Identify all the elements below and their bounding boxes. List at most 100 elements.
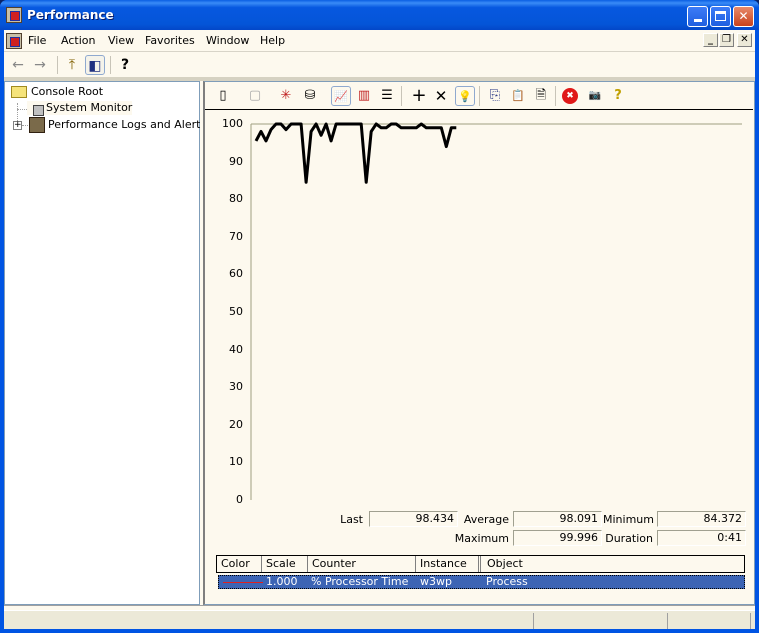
view-log-data-button[interactable]: ⛁ <box>300 86 320 106</box>
series-group <box>254 122 457 184</box>
column-header-scale[interactable]: Scale <box>262 556 308 572</box>
minimum-value: 84.372 <box>657 511 746 527</box>
status-pane-divider <box>533 613 534 629</box>
menu-favorites[interactable]: Favorites <box>145 34 195 47</box>
maximum-value: 99.996 <box>513 530 602 546</box>
freeze-icon: ✖ <box>566 91 574 101</box>
delete-counter-button[interactable]: ✕ <box>431 86 451 106</box>
counter-color-swatch <box>223 582 263 583</box>
tree-connector <box>22 125 28 126</box>
performance-app-icon[interactable] <box>6 7 22 23</box>
menu-window[interactable]: Window <box>206 34 249 47</box>
properties-icon: 🗎 <box>535 88 547 103</box>
close-icon: ✕ <box>738 9 749 23</box>
maximum-label: Maximum <box>454 532 509 545</box>
toolbar-separator <box>110 56 111 74</box>
view-graph-button[interactable]: 📈 <box>331 86 351 106</box>
system-monitor-pane: ▯ ▢ ✳ ⛁ 📈 ▥ ☰ + ✕ 💡 ⎘ 📋 🗎 ✖ 📷 ? 100 90 8… <box>203 81 755 605</box>
menu-view[interactable]: View <box>108 34 134 47</box>
tree-item-console-root[interactable]: Console Root <box>11 85 103 98</box>
column-header-counter[interactable]: Counter <box>308 556 416 572</box>
clear-display-icon: ▢ <box>248 88 262 103</box>
forward-button[interactable]: → <box>30 55 50 75</box>
expand-icon[interactable]: + <box>13 121 22 130</box>
legend-row[interactable]: 1.000 % Processor Time w3wp Process <box>218 575 745 589</box>
child-minimize-button[interactable]: _ <box>703 33 718 47</box>
tree-item-performance-logs-and-alerts[interactable]: Performance Logs and Alerts <box>29 117 206 133</box>
tree-connector <box>17 109 27 110</box>
help-button[interactable]: ? <box>115 55 135 75</box>
duration-value: 0:41 <box>657 530 746 546</box>
performance-logs-icon <box>29 117 45 133</box>
show-hide-tree-button[interactable]: ◧ <box>85 55 105 75</box>
view-histogram-button[interactable]: ▥ <box>354 86 374 106</box>
average-value: 98.091 <box>513 511 602 527</box>
toolbar-separator <box>401 86 402 106</box>
size-grip[interactable] <box>750 613 751 629</box>
new-counter-set-icon: ▯ <box>219 88 227 103</box>
minimize-icon <box>693 19 702 22</box>
menu-bar: File Action View Favorites Window Help _… <box>4 30 755 52</box>
view-report-button[interactable]: ☰ <box>377 86 397 106</box>
counter-object: Process <box>486 575 528 588</box>
log-data-icon: ⛁ <box>304 88 316 103</box>
folder-icon <box>11 86 27 98</box>
add-counter-button[interactable]: + <box>409 86 429 106</box>
child-restore-button[interactable]: ❐ <box>719 33 734 47</box>
client-area: File Action View Favorites Window Help _… <box>4 30 755 629</box>
back-button[interactable]: ← <box>8 55 28 75</box>
window-title: Performance <box>27 8 114 22</box>
freeze-display-button[interactable]: ✖ <box>562 88 578 104</box>
status-bar <box>4 610 755 629</box>
column-header-object[interactable]: Object <box>483 556 744 572</box>
highlight-button[interactable]: 💡 <box>455 86 475 106</box>
maximize-icon <box>715 11 726 21</box>
column-header-color[interactable]: Color <box>217 556 262 572</box>
folder-up-icon: ⤒ <box>68 57 76 73</box>
histogram-icon: ▥ <box>357 88 371 103</box>
paste-icon: 📋 <box>511 89 525 102</box>
clear-display-button[interactable]: ▢ <box>245 86 265 106</box>
menu-action[interactable]: Action <box>61 34 95 47</box>
minimum-label: Minimum <box>603 513 654 526</box>
console-tree-icon: ◧ <box>88 58 102 74</box>
counter-legend: Color Scale Counter Instance Object 1.00… <box>216 555 745 597</box>
graph-view: 100 90 80 70 60 50 40 30 20 10 0 <box>205 111 753 511</box>
help-button[interactable]: ? <box>608 86 628 106</box>
child-close-button[interactable]: ✕ <box>737 33 752 47</box>
last-label: Last <box>340 513 363 526</box>
mmc-document-icon[interactable] <box>6 33 22 49</box>
menu-file[interactable]: File <box>28 34 46 47</box>
average-label: Average <box>463 513 509 526</box>
properties-button[interactable]: 🗎 <box>531 86 551 106</box>
legend-header: Color Scale Counter Instance Object <box>216 555 745 573</box>
tree-item-system-monitor[interactable]: System Monitor <box>27 101 133 116</box>
close-button[interactable]: ✕ <box>733 6 754 27</box>
view-current-activity-button[interactable]: ✳ <box>276 86 296 106</box>
paste-counter-list-button[interactable]: 📋 <box>508 86 528 106</box>
new-counter-set-button[interactable]: ▯ <box>213 86 233 106</box>
help-icon: ? <box>120 57 130 73</box>
performance-window: Performance ✕ File Action View Favorites… <box>0 0 759 633</box>
counter-scale: 1.000 <box>266 575 298 588</box>
counter-name: % Processor Time <box>311 575 409 588</box>
toolbar-separator <box>479 86 480 106</box>
maximize-button[interactable] <box>710 6 731 27</box>
menu-help[interactable]: Help <box>260 34 285 47</box>
series-line <box>254 122 457 184</box>
last-value: 98.434 <box>369 511 458 527</box>
graph-icon: 📈 <box>334 90 348 103</box>
update-data-icon: 📷 <box>588 90 602 101</box>
title-bar[interactable]: Performance ✕ <box>0 0 759 30</box>
copy-properties-button[interactable]: ⎘ <box>485 86 505 106</box>
update-data-button[interactable]: 📷 <box>585 86 605 106</box>
up-one-level-button[interactable]: ⤒ <box>62 55 82 75</box>
counter-instance: w3wp <box>420 575 452 588</box>
toolbar-separator <box>57 56 58 74</box>
duration-label: Duration <box>605 532 653 545</box>
minimize-button[interactable] <box>687 6 708 27</box>
forward-arrow-icon: → <box>34 57 46 73</box>
column-header-instance[interactable]: Instance <box>416 556 481 572</box>
system-monitor-icon <box>27 101 44 116</box>
console-tree: Console Root System Monitor + Performanc… <box>4 81 206 605</box>
